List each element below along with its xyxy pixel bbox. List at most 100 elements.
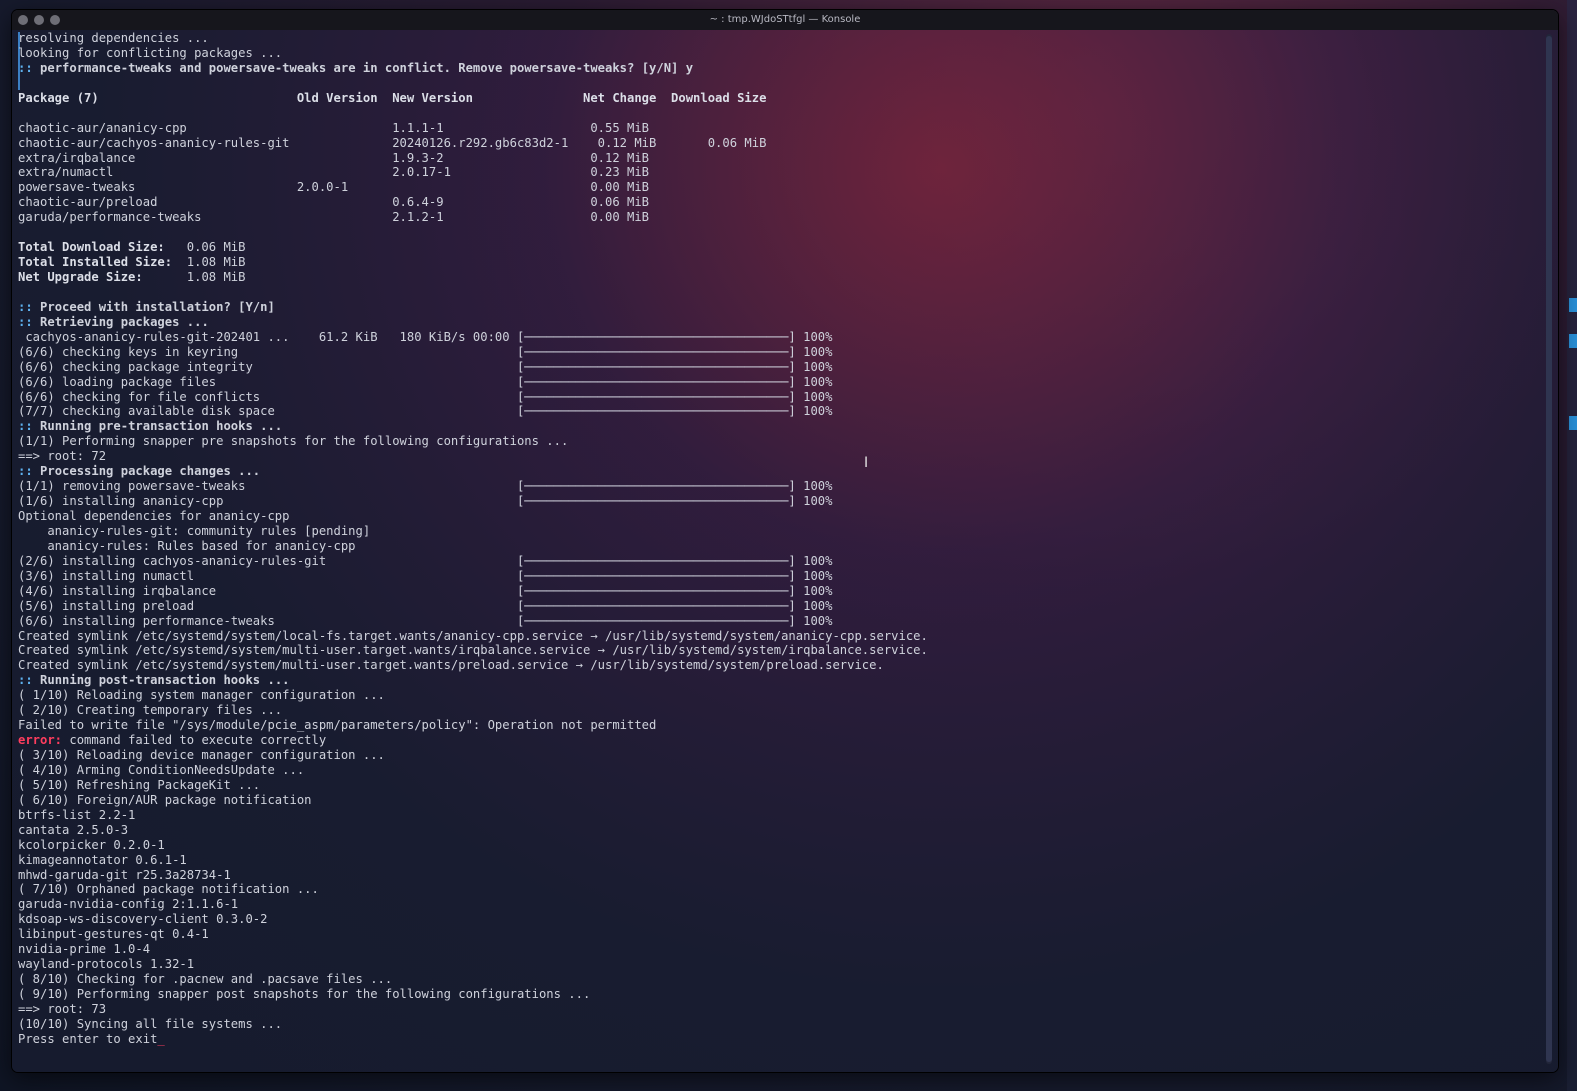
terminal-text: Optional dependencies for ananicy-cpp <box>18 509 290 523</box>
terminal-text: 0.06 MiB <box>164 240 246 255</box>
terminal-text: Processing package changes ... <box>40 464 261 479</box>
terminal-line: chaotic-aur/preload 0.6.4-9 0.06 MiB <box>18 195 1534 210</box>
terminal-text: Created symlink /etc/systemd/system/mult… <box>18 643 928 658</box>
terminal-text: Running post-transaction hooks ... <box>40 673 290 688</box>
terminal-text: chaotic-aur/ananicy-cpp 1.1.1-1 0.55 MiB <box>18 120 650 135</box>
terminal-text: (2/6) installing cachyos-ananicy-rules-g… <box>18 553 833 568</box>
terminal-text: kimageannotator 0.6.1-1 <box>18 852 187 867</box>
terminal-text: Failed to write file "/sys/module/pcie_a… <box>18 718 657 733</box>
terminal-text: garuda/performance-tweaks 2.1.2-1 0.00 M… <box>18 210 650 225</box>
terminal-text: ( 5/10) Refreshing PackageKit ... <box>18 777 261 792</box>
terminal-text: kcolorpicker 0.2.0-1 <box>18 837 165 852</box>
desktop-icon-marker <box>1569 298 1577 312</box>
terminal-text: (6/6) checking keys in keyring [────────… <box>18 344 833 359</box>
terminal-line: Created symlink /etc/systemd/system/mult… <box>18 658 1534 673</box>
terminal-line: kdsoap-ws-discovery-client 0.3.0-2 <box>18 912 1534 927</box>
terminal-text: ( 9/10) Performing snapper post snapshot… <box>18 987 591 1001</box>
terminal-text: Running pre-transaction hooks ... <box>40 419 283 434</box>
terminal-text: ( 2/10) Creating temporary files ... <box>18 703 283 718</box>
terminal-text: chaotic-aur/preload 0.6.4-9 0.06 MiB <box>18 195 650 210</box>
terminal-line: mhwd-garuda-git r25.3a28734-1 <box>18 868 1534 883</box>
terminal-text: 1.08 MiB <box>172 255 246 270</box>
titlebar: ~ : tmp.WJdoSTtfgl — Konsole <box>12 10 1558 30</box>
terminal-text: Total Installed Size: <box>18 255 173 270</box>
terminal-text: command failed to execute correctly <box>62 733 327 748</box>
terminal-line: ( 2/10) Creating temporary files ... <box>18 703 1534 718</box>
desktop-icon-marker <box>1569 416 1577 430</box>
terminal-line: ( 1/10) Reloading system manager configu… <box>18 688 1534 703</box>
terminal-line: ananicy-rules: Rules based for ananicy-c… <box>18 539 1534 554</box>
terminal-line: ( 5/10) Refreshing PackageKit ... <box>18 778 1534 793</box>
terminal-text: error: <box>18 733 63 748</box>
window-title: ~ : tmp.WJdoSTtfgl — Konsole <box>709 14 861 25</box>
terminal-text: ananicy-rules-git: community rules [pend… <box>18 523 371 538</box>
terminal-output[interactable]: resolving dependencies ... looking for co… <box>18 31 1534 1068</box>
terminal-text: :: <box>18 314 41 329</box>
terminal-line: Optional dependencies for ananicy-cpp <box>18 509 1534 524</box>
text-cursor-icon: I <box>864 455 869 471</box>
terminal-line: cachyos-ananicy-rules-git-202401 ... 61.… <box>18 330 1534 345</box>
terminal-text: _ <box>157 1031 165 1046</box>
terminal-text: chaotic-aur/cachyos-ananicy-rules-git 20… <box>18 135 767 150</box>
terminal-text: ( 1/10) Reloading system manager configu… <box>18 688 385 703</box>
terminal-text: ==> root: 72 <box>18 449 107 464</box>
terminal-text: extra/irqbalance 1.9.3-2 0.12 MiB <box>18 150 650 165</box>
terminal-text: ==> root: 73 <box>18 1001 107 1016</box>
terminal-line: (6/6) checking package integrity [──────… <box>18 360 1534 375</box>
scrollbar[interactable] <box>1546 34 1552 1064</box>
terminal-line: ( 3/10) Reloading device manager configu… <box>18 748 1534 763</box>
terminal-line: ( 8/10) Checking for .pacnew and .pacsav… <box>18 972 1534 987</box>
terminal-text: powersave-tweaks 2.0.0-1 0.00 MiB <box>18 180 650 195</box>
terminal-text: ( 6/10) Foreign/AUR package notification <box>18 792 312 807</box>
terminal-line: kimageannotator 0.6.1-1 <box>18 853 1534 868</box>
terminal-line: btrfs-list 2.2-1 <box>18 808 1534 823</box>
terminal-text: ( 8/10) Checking for .pacnew and .pacsav… <box>18 972 393 987</box>
terminal-text: (6/6) installing performance-tweaks [───… <box>18 613 833 628</box>
terminal-text: ( 4/10) Arming ConditionNeedsUpdate ... <box>18 762 305 777</box>
terminal-text: (7/7) checking available disk space [───… <box>18 404 833 419</box>
terminal-line: Total Installed Size: 1.08 MiB <box>18 255 1534 270</box>
terminal-line: (1/1) removing powersave-tweaks [───────… <box>18 479 1534 494</box>
terminal-line: (10/10) Syncing all file systems ... <box>18 1017 1534 1032</box>
terminal-text: mhwd-garuda-git r25.3a28734-1 <box>18 867 231 882</box>
terminal-text: (3/6) installing numactl [──────────────… <box>18 568 833 583</box>
terminal-text: (5/6) installing preload [──────────────… <box>18 598 833 613</box>
terminal-text: :: <box>18 673 41 688</box>
terminal-line: :: Retrieving packages ... <box>18 315 1534 330</box>
terminal-text: wayland-protocols 1.32-1 <box>18 957 195 972</box>
terminal-line: ( 7/10) Orphaned package notification ..… <box>18 882 1534 897</box>
terminal-text: :: <box>18 60 41 75</box>
terminal-line: Failed to write file "/sys/module/pcie_a… <box>18 718 1534 733</box>
terminal-line: ( 9/10) Performing snapper post snapshot… <box>18 987 1534 1002</box>
terminal-line: chaotic-aur/cachyos-ananicy-rules-git 20… <box>18 136 1534 151</box>
terminal-text: ( 7/10) Orphaned package notification ..… <box>18 882 319 897</box>
terminal-line: (6/6) checking for file conflicts [─────… <box>18 390 1534 405</box>
terminal-line: extra/numactl 2.0.17-1 0.23 MiB <box>18 165 1534 180</box>
terminal-text: :: <box>18 464 41 479</box>
terminal-line: ( 6/10) Foreign/AUR package notification <box>18 793 1534 808</box>
terminal-text: (1/6) installing ananicy-cpp [──────────… <box>18 494 833 509</box>
terminal-line: extra/irqbalance 1.9.3-2 0.12 MiB <box>18 151 1534 166</box>
terminal-text: nvidia-prime 1.0-4 <box>18 942 151 957</box>
terminal-text: (6/6) checking package integrity [──────… <box>18 359 833 374</box>
terminal-text: ananicy-rules: Rules based for ananicy-c… <box>18 538 356 553</box>
desktop-icon-marker <box>1569 334 1577 348</box>
terminal-line: chaotic-aur/ananicy-cpp 1.1.1-1 0.55 MiB <box>18 121 1534 136</box>
terminal-line: ( 4/10) Arming ConditionNeedsUpdate ... <box>18 763 1534 778</box>
terminal-line: :: Running post-transaction hooks ... <box>18 673 1534 688</box>
scrollbar-thumb[interactable] <box>1546 36 1552 1062</box>
terminal-line: Press enter to exit_ <box>18 1032 1534 1047</box>
terminal-line: looking for conflicting packages ... <box>18 46 1534 61</box>
terminal-text: Created symlink /etc/systemd/system/mult… <box>18 658 884 673</box>
terminal-text: Total Download Size: <box>18 240 165 255</box>
terminal-text: (6/6) loading package files [───────────… <box>18 374 833 389</box>
terminal-text: Proceed with installation? [Y/n] <box>40 299 275 314</box>
terminal-line: (1/6) installing ananicy-cpp [──────────… <box>18 494 1534 509</box>
terminal-text: performance-tweaks and powersave-tweaks … <box>40 60 694 75</box>
terminal-line: libinput-gestures-qt 0.4-1 <box>18 927 1534 942</box>
terminal-line: Created symlink /etc/systemd/system/mult… <box>18 643 1534 658</box>
